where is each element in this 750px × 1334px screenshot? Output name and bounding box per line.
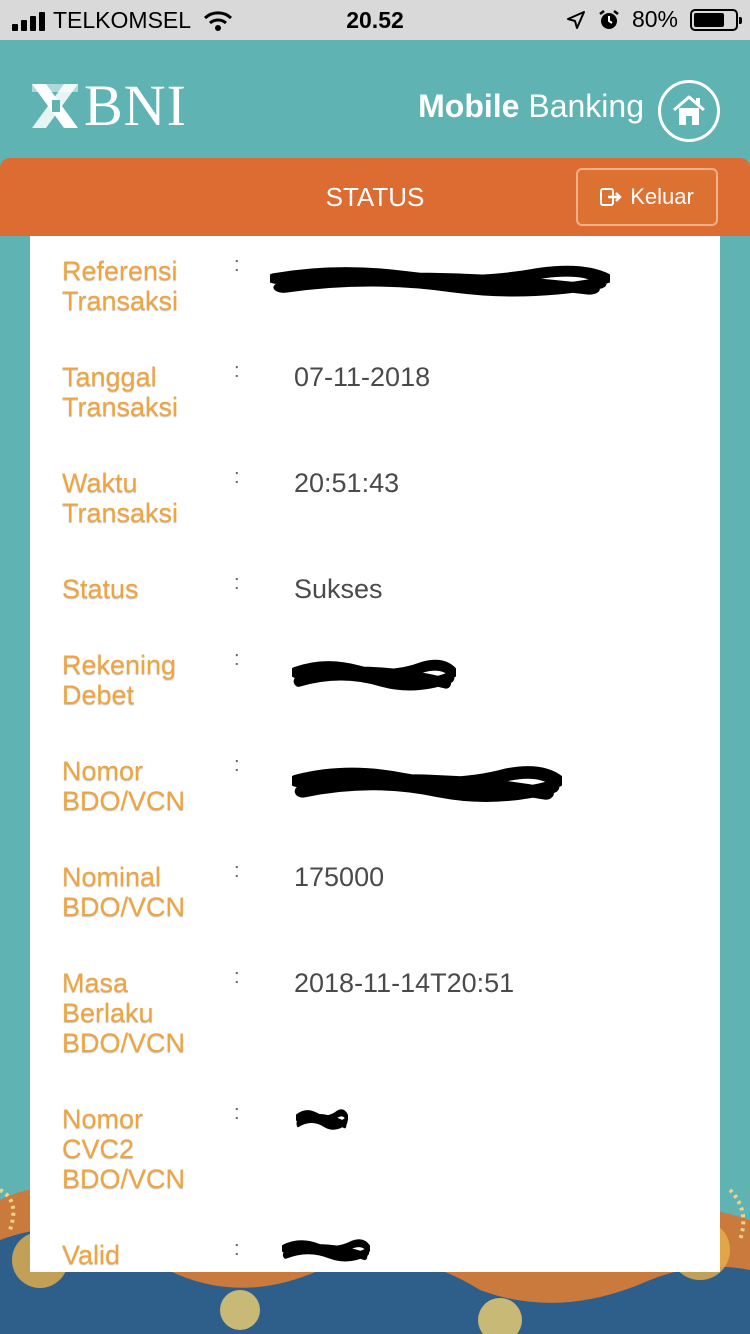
detail-value: 175000 xyxy=(294,862,385,892)
toolbar: STATUS Keluar xyxy=(0,158,750,236)
detail-colon: : xyxy=(234,360,240,382)
detail-label: Referensi Transaksi xyxy=(62,256,179,316)
bni-logo: BNI xyxy=(30,73,187,138)
detail-label: Rekening Debet xyxy=(62,650,177,710)
detail-value: 07-11-2018 xyxy=(294,362,431,392)
detail-colon: : xyxy=(234,254,240,276)
detail-label: Nomor CVC2 BDO/VCN xyxy=(62,1104,186,1194)
logout-button[interactable]: Keluar xyxy=(576,168,718,226)
location-arrow-icon xyxy=(566,10,585,29)
battery-icon xyxy=(690,8,742,31)
redaction-scribble xyxy=(296,1109,348,1130)
detail-label: Nomor BDO/VCN xyxy=(62,756,186,816)
redaction-scribble xyxy=(270,265,610,297)
logout-label: Keluar xyxy=(630,184,694,209)
app-title-bold: Mobile xyxy=(418,88,520,124)
detail-colon: : xyxy=(234,754,240,776)
transaction-detail-card: Referensi Transaksi: Tanggal Transaksi: 07… xyxy=(30,236,720,1272)
alarm-icon xyxy=(599,9,619,29)
redaction-scribble xyxy=(282,1239,370,1262)
home-button[interactable] xyxy=(658,80,720,142)
detail-label: Nominal BDO/VCN xyxy=(62,862,186,922)
detail-colon: : xyxy=(234,466,240,488)
home-icon xyxy=(673,95,705,125)
detail-label: Waktu Transaksi xyxy=(62,468,179,528)
detail-colon: : xyxy=(234,966,240,988)
detail-label: Status xyxy=(62,574,139,604)
detail-label: Valid xyxy=(62,1240,121,1270)
redaction-scribble xyxy=(292,659,456,691)
detail-value: Sukses xyxy=(294,574,383,604)
system-status-bar: TELKOMSEL 20.52 80% xyxy=(0,0,750,40)
bni-emblem-icon xyxy=(32,84,78,128)
detail-value: 20:51:43 xyxy=(294,468,400,498)
detail-value: 2018-11-14T20:51 xyxy=(294,968,515,998)
redaction-scribble xyxy=(292,766,562,802)
battery-percent: 80% xyxy=(631,6,678,32)
logout-icon xyxy=(600,188,622,206)
detail-colon: : xyxy=(234,1102,240,1124)
status-right: 80% xyxy=(566,6,742,33)
detail-label: Masa Berlaku BDO/VCN xyxy=(62,968,186,1058)
logo-text: BNI xyxy=(84,73,187,138)
detail-label: Tanggal Transaksi xyxy=(62,362,179,422)
app-title-regular: Banking xyxy=(528,88,644,124)
detail-colon: : xyxy=(234,572,240,594)
detail-colon: : xyxy=(234,1238,240,1260)
app-title: Mobile Banking xyxy=(418,88,644,125)
app-header: BNI Mobile Banking xyxy=(0,40,750,160)
detail-colon: : xyxy=(234,860,240,882)
detail-colon: : xyxy=(234,648,240,670)
